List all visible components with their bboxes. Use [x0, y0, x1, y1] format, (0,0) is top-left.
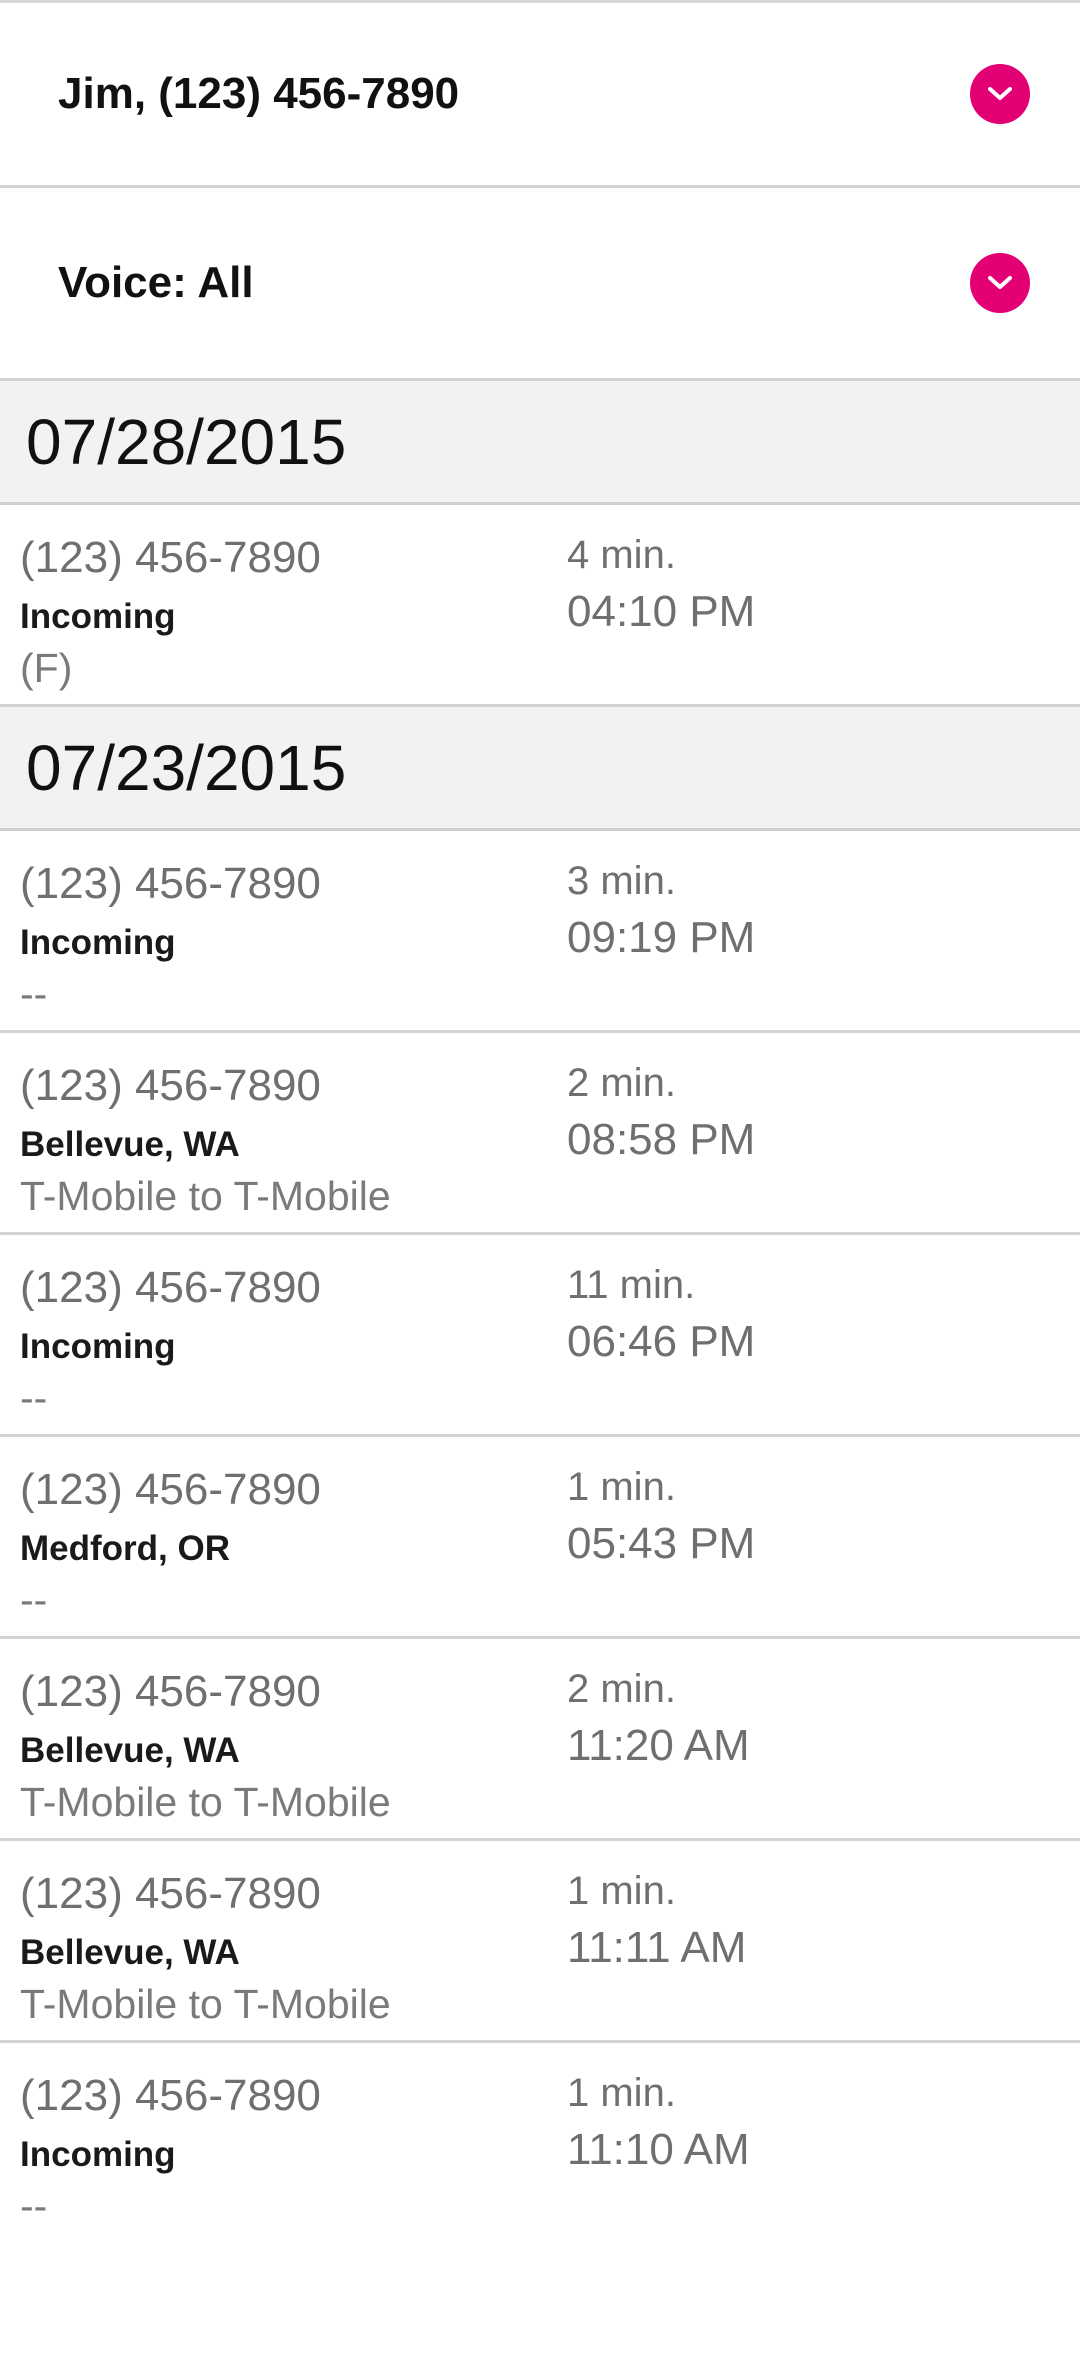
- date-header: 07/23/2015: [0, 707, 1080, 831]
- call-note: (F): [20, 645, 73, 691]
- chevron-down-icon[interactable]: [970, 253, 1030, 313]
- voice-filter-label: Voice: All: [58, 258, 254, 307]
- call-number: (123) 456-7890: [20, 1061, 321, 1110]
- voice-filter-dropdown[interactable]: Voice: All: [0, 188, 1080, 381]
- call-note: T-Mobile to T-Mobile: [20, 1981, 391, 2027]
- call-number: (123) 456-7890: [20, 533, 321, 582]
- date-header-label: 07/28/2015: [26, 405, 347, 478]
- call-row[interactable]: (123) 456-7890 Incoming -- 11 min. 06:46…: [0, 1235, 1080, 1437]
- chevron-down-glyph: [988, 87, 1012, 100]
- call-time: 08:58 PM: [567, 1115, 756, 1164]
- call-note: T-Mobile to T-Mobile: [20, 1779, 391, 1825]
- call-note: T-Mobile to T-Mobile: [20, 1173, 391, 1219]
- call-duration: 2 min.: [567, 1061, 676, 1105]
- call-time: 04:10 PM: [567, 587, 756, 636]
- call-time: 09:19 PM: [567, 913, 756, 962]
- chevron-down-icon[interactable]: [970, 64, 1030, 124]
- call-row[interactable]: (123) 456-7890 Bellevue, WA T-Mobile to …: [0, 1841, 1080, 2043]
- call-type: Incoming: [20, 2135, 176, 2174]
- call-time: 05:43 PM: [567, 1519, 756, 1568]
- call-number: (123) 456-7890: [20, 2071, 321, 2120]
- call-duration: 4 min.: [567, 533, 676, 577]
- call-duration: 3 min.: [567, 859, 676, 903]
- call-note: --: [20, 1577, 48, 1623]
- call-row[interactable]: (123) 456-7890 Incoming -- 3 min. 09:19 …: [0, 831, 1080, 1033]
- call-duration: 1 min.: [567, 2071, 676, 2115]
- call-type: Bellevue, WA: [20, 1731, 240, 1770]
- line-filter-dropdown[interactable]: Jim, (123) 456-7890: [0, 3, 1080, 188]
- call-type: Medford, OR: [20, 1529, 230, 1568]
- call-number: (123) 456-7890: [20, 1465, 321, 1514]
- call-number: (123) 456-7890: [20, 1869, 321, 1918]
- date-header: 07/28/2015: [0, 381, 1080, 505]
- chevron-down-glyph: [988, 276, 1012, 289]
- call-row[interactable]: (123) 456-7890 Incoming -- 1 min. 11:10 …: [0, 2043, 1080, 2245]
- call-row[interactable]: (123) 456-7890 Medford, OR -- 1 min. 05:…: [0, 1437, 1080, 1639]
- call-type: Incoming: [20, 923, 176, 962]
- call-row[interactable]: (123) 456-7890 Incoming (F) 4 min. 04:10…: [0, 505, 1080, 707]
- call-row[interactable]: (123) 456-7890 Bellevue, WA T-Mobile to …: [0, 1639, 1080, 1841]
- call-time: 06:46 PM: [567, 1317, 756, 1366]
- call-duration: 1 min.: [567, 1465, 676, 1509]
- call-type: Bellevue, WA: [20, 1125, 240, 1164]
- call-time: 11:10 AM: [567, 2125, 750, 2174]
- call-note: --: [20, 971, 48, 1017]
- call-row[interactable]: (123) 456-7890 Bellevue, WA T-Mobile to …: [0, 1033, 1080, 1235]
- call-number: (123) 456-7890: [20, 859, 321, 908]
- call-time: 11:20 AM: [567, 1721, 750, 1770]
- call-type: Incoming: [20, 1327, 176, 1366]
- date-header-label: 07/23/2015: [26, 731, 347, 804]
- call-number: (123) 456-7890: [20, 1667, 321, 1716]
- call-number: (123) 456-7890: [20, 1263, 321, 1312]
- call-time: 11:11 AM: [567, 1923, 747, 1972]
- line-filter-label: Jim, (123) 456-7890: [58, 69, 460, 118]
- call-duration: 1 min.: [567, 1869, 676, 1913]
- call-type: Bellevue, WA: [20, 1933, 240, 1972]
- call-duration: 11 min.: [567, 1263, 696, 1307]
- call-type: Incoming: [20, 597, 176, 636]
- call-note: --: [20, 1375, 48, 1421]
- call-note: --: [20, 2183, 48, 2229]
- call-duration: 2 min.: [567, 1667, 676, 1711]
